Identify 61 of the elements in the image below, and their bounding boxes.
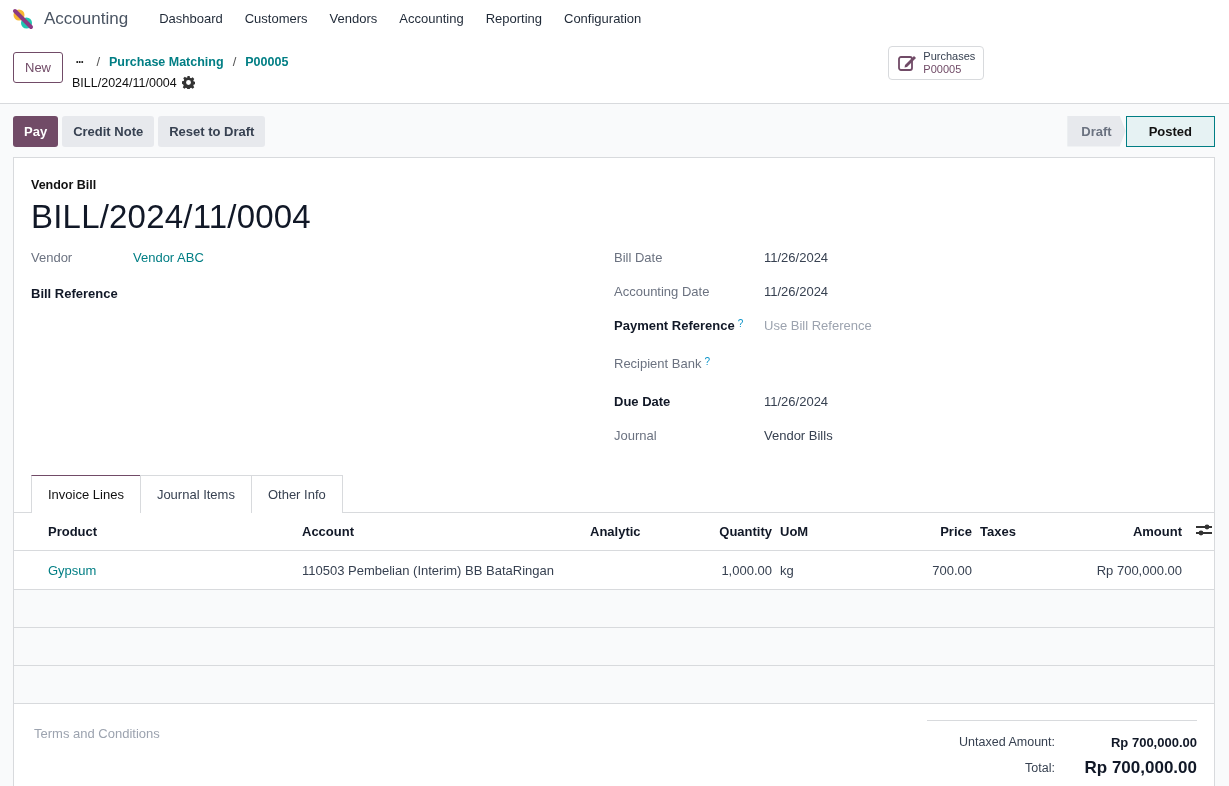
product-link[interactable]: Gypsum bbox=[48, 562, 97, 578]
column-header[interactable]: Account bbox=[298, 512, 586, 551]
help-tooltip[interactable]: ? bbox=[737, 318, 744, 333]
menu-item[interactable]: Reporting bbox=[485, 11, 542, 26]
menu-item[interactable]: Vendors bbox=[329, 11, 378, 26]
bill-number: BILL/2024/11/0004 bbox=[31, 198, 312, 236]
field-label: Journal bbox=[614, 428, 657, 443]
field-label: Bill Date bbox=[614, 250, 663, 265]
action-button[interactable]: Credit Note bbox=[62, 115, 155, 147]
app-logo-icon[interactable] bbox=[12, 7, 34, 30]
column-header[interactable]: Quantity bbox=[676, 512, 776, 551]
breadcrumb-link[interactable]: Purchase Matching bbox=[109, 54, 224, 69]
column-header[interactable]: Product bbox=[14, 512, 298, 551]
field-value: 11/26/2024 bbox=[764, 394, 829, 409]
action-button[interactable]: Reset to Draft bbox=[158, 115, 266, 147]
column-header[interactable]: Amount bbox=[1056, 512, 1186, 551]
field-label: Due Date bbox=[614, 394, 671, 409]
notebook-tab[interactable]: Journal Items bbox=[139, 475, 252, 513]
pay-button[interactable]: Pay bbox=[13, 115, 59, 147]
status-step[interactable]: Draft bbox=[1067, 115, 1126, 147]
column-settings-icon[interactable] bbox=[1196, 523, 1212, 537]
total-value: Rp 700,000.00 bbox=[1083, 758, 1197, 778]
breadcrumb-separator: / bbox=[96, 54, 100, 69]
edit-icon bbox=[897, 53, 918, 73]
help-tooltip[interactable]: ? bbox=[704, 356, 710, 371]
field-value: 11/26/2024 bbox=[764, 250, 829, 265]
total-label: Total: bbox=[1025, 761, 1055, 775]
field-label: Vendor bbox=[31, 250, 74, 265]
app-name[interactable]: Accounting bbox=[44, 8, 129, 29]
menu-item[interactable]: Dashboard bbox=[159, 11, 223, 26]
field-value: Vendor Bills bbox=[764, 428, 833, 443]
notebook-tab[interactable]: Other Info bbox=[250, 475, 343, 513]
vendor-link[interactable]: Vendor ABC bbox=[133, 250, 204, 265]
table-cell: 1,000.00 bbox=[721, 562, 772, 578]
table-cell: 110503 Pembelian (Interim) BB BataRingan bbox=[302, 562, 554, 578]
column-header[interactable]: UoM bbox=[776, 512, 886, 551]
breadcrumb-separator: / bbox=[232, 54, 237, 69]
field-label: Recipient Bank bbox=[614, 356, 702, 371]
column-header[interactable]: Price bbox=[886, 512, 976, 551]
breadcrumb-link[interactable]: P00005 bbox=[245, 54, 289, 69]
column-header[interactable]: Analytic bbox=[586, 512, 676, 551]
record-name: BILL/2024/11/0004 bbox=[72, 75, 177, 90]
notebook-tab[interactable]: Invoice Lines bbox=[31, 475, 141, 513]
menu-item[interactable]: Configuration bbox=[564, 11, 642, 26]
field-label: Payment Reference bbox=[614, 318, 735, 333]
field-value: 11/26/2024 bbox=[764, 284, 829, 299]
total-label: Untaxed Amount: bbox=[959, 735, 1055, 749]
gear-icon[interactable] bbox=[181, 76, 195, 89]
column-header[interactable]: Taxes bbox=[976, 512, 1056, 551]
table-cell: Rp 700,000.00 bbox=[1096, 562, 1182, 578]
field-label: Accounting Date bbox=[614, 284, 710, 299]
status-step[interactable]: Posted bbox=[1125, 115, 1215, 147]
menu-item[interactable]: Accounting bbox=[399, 11, 464, 26]
new-button[interactable]: New bbox=[13, 52, 63, 83]
table-cell: 700.00 bbox=[932, 562, 972, 578]
field-label: Bill Reference bbox=[31, 286, 119, 301]
table-cell: kg bbox=[780, 562, 794, 578]
purchases-smart-button[interactable]: Purchases P00005 bbox=[888, 46, 985, 80]
document-type: Vendor Bill bbox=[31, 178, 98, 192]
menu-item[interactable]: Customers bbox=[244, 11, 308, 26]
total-value: Rp 700,000.00 bbox=[1110, 734, 1197, 750]
